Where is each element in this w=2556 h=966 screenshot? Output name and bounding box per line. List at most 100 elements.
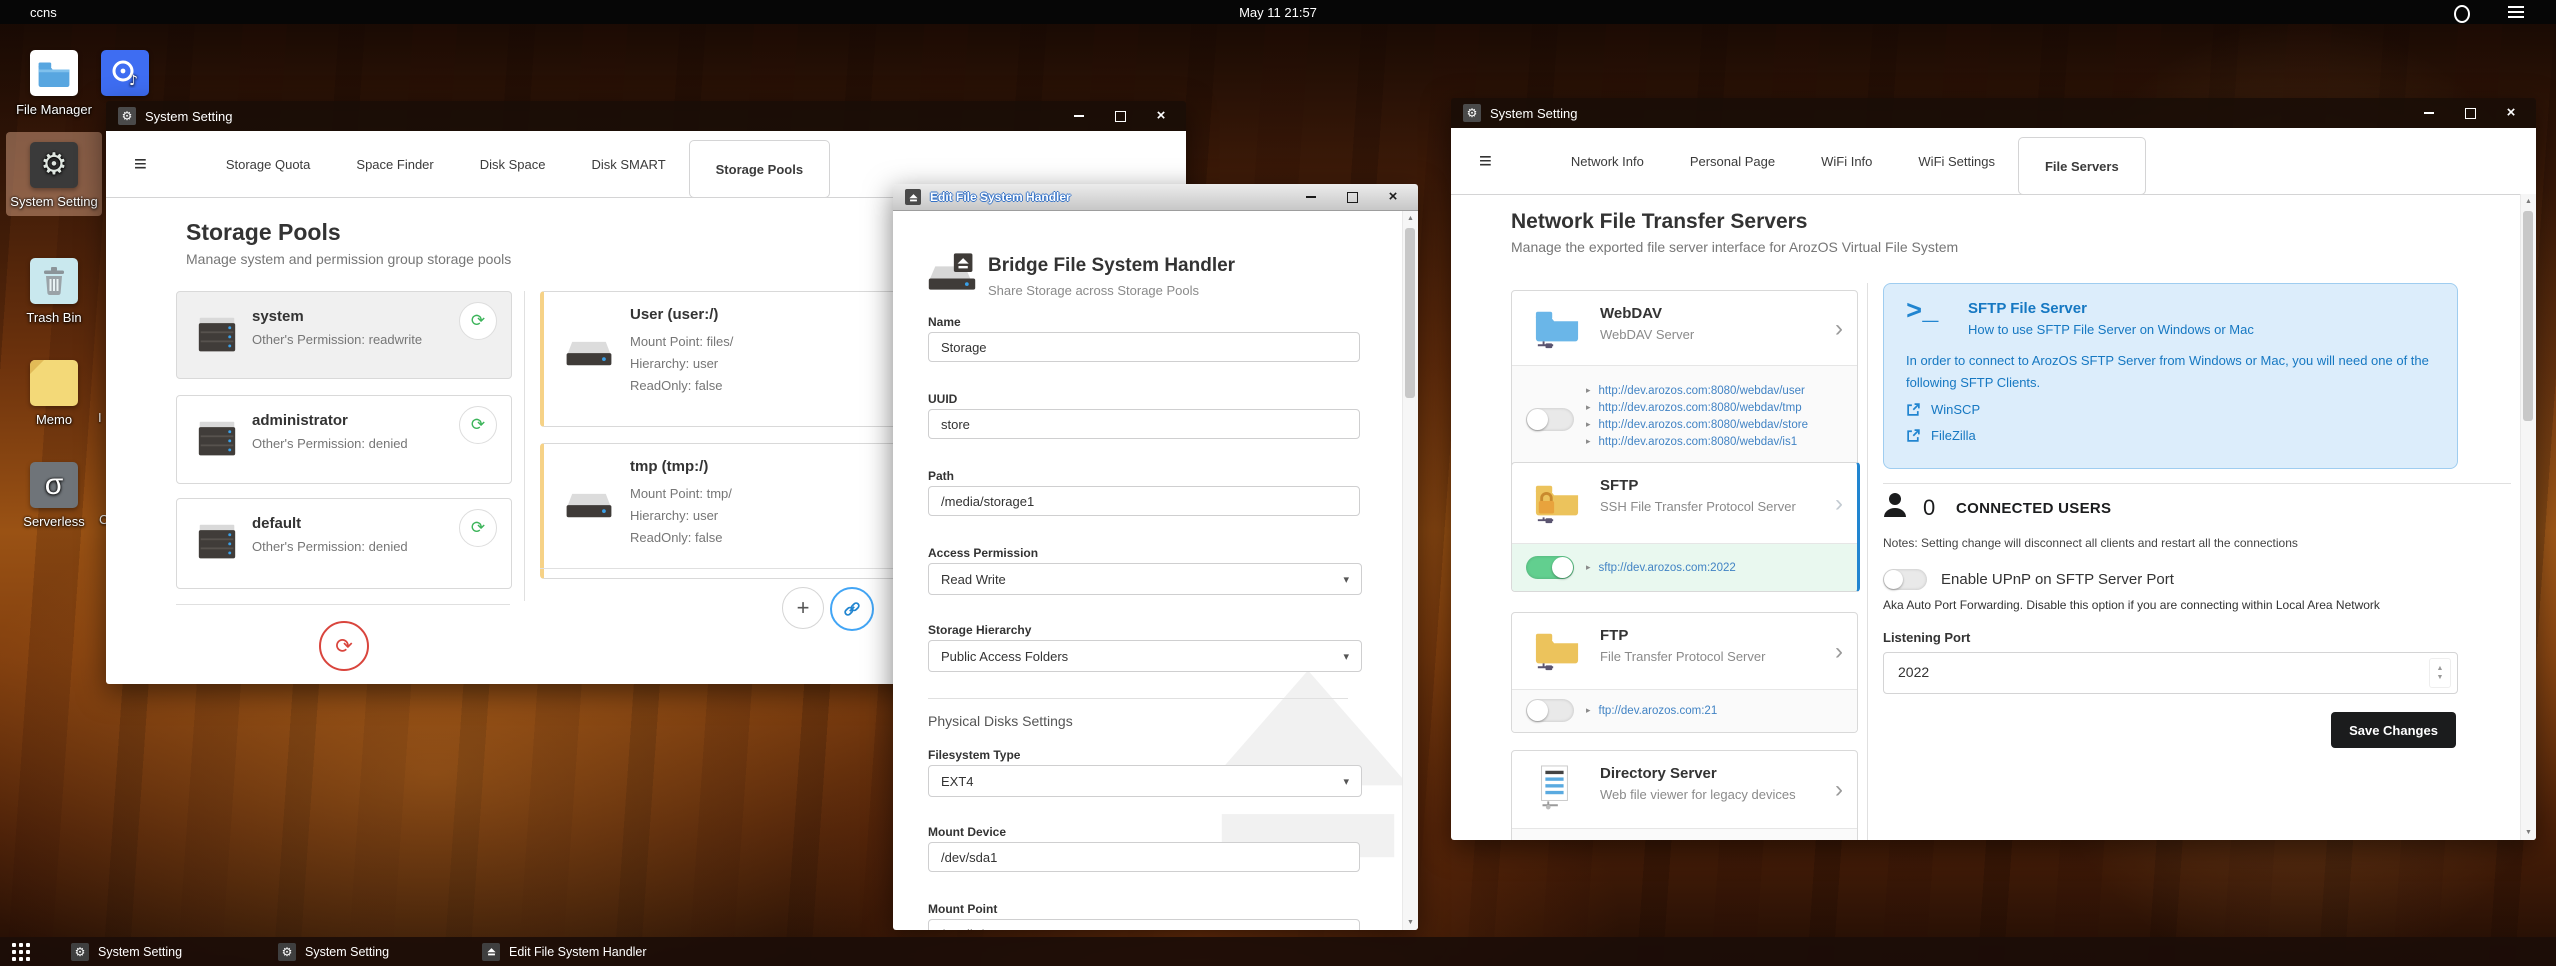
- sftp-card[interactable]: SFTP SSH File Transfer Protocol Server ›…: [1511, 462, 1860, 592]
- system-menu-icon[interactable]: [2508, 6, 2524, 18]
- upnp-toggle[interactable]: [1883, 569, 1927, 590]
- taskbar-item-system-setting-1[interactable]: ⚙ System Setting: [71, 942, 182, 961]
- webdav-card[interactable]: WebDAV WebDAV Server › ▸ http://dev.arozo…: [1511, 290, 1858, 477]
- desktop-icon-memo[interactable]: Memo: [6, 360, 102, 428]
- scrollbar[interactable]: ▲ ▼: [2520, 194, 2536, 840]
- webdav-url[interactable]: http://dev.arozos.com:8080/webdav/tmp: [1599, 402, 1802, 414]
- bridge-card-user[interactable]: User (user:/) Mount Point: files/ Hierar…: [540, 291, 925, 427]
- tab-file-servers[interactable]: File Servers: [2017, 137, 2146, 195]
- mount-device-input[interactable]: [928, 842, 1360, 872]
- filesystem-type-select[interactable]: EXT4 ▾: [928, 765, 1362, 797]
- hamburger-menu-icon[interactable]: ≡: [1479, 148, 1492, 174]
- webdav-toggle[interactable]: [1526, 408, 1574, 431]
- close-button[interactable]: ×: [2504, 105, 2518, 120]
- webdav-url[interactable]: http://dev.arozos.com:8080/webdav/store: [1599, 419, 1808, 431]
- desktop-icon-serverless[interactable]: σ Serverless: [6, 462, 102, 530]
- taskbar-item-edit-fs-handler[interactable]: Edit File System Handler: [482, 942, 647, 961]
- name-input[interactable]: [928, 332, 1360, 362]
- minimize-button[interactable]: [1304, 190, 1318, 204]
- access-permission-select[interactable]: Read Write ▾: [928, 563, 1362, 595]
- chevron-right-icon[interactable]: ›: [1835, 490, 1843, 518]
- pool-sync-button[interactable]: ⟳: [459, 509, 497, 547]
- mount-point-input[interactable]: [928, 919, 1360, 930]
- webdav-url[interactable]: http://dev.arozos.com:8080/webdav/is1: [1599, 436, 1798, 448]
- tab-space-finder[interactable]: Space Finder: [333, 132, 456, 196]
- sftp-help-panel: >_ SFTP File Server How to use SFTP File…: [1883, 283, 2458, 469]
- tab-personal-page[interactable]: Personal Page: [1667, 129, 1798, 193]
- external-link-icon: [1907, 429, 1920, 442]
- tab-wifi-settings[interactable]: WiFi Settings: [1895, 129, 2018, 193]
- app-launcher-icon[interactable]: [12, 942, 30, 961]
- pool-sync-button[interactable]: ⟳: [459, 302, 497, 340]
- ftp-url[interactable]: ftp://dev.arozos.com:21: [1599, 705, 1718, 717]
- scrollbar-thumb[interactable]: [2523, 211, 2533, 421]
- window-titlebar[interactable]: ⚙ System Setting ×: [106, 101, 1186, 131]
- storage-hierarchy-select[interactable]: Public Access Folders ▾: [928, 640, 1362, 672]
- sftp-url[interactable]: sftp://dev.arozos.com:2022: [1599, 562, 1736, 574]
- tab-storage-pools[interactable]: Storage Pools: [688, 140, 831, 198]
- desktop-icon-label: System Setting: [10, 194, 98, 209]
- sftp-toggle[interactable]: [1526, 556, 1574, 579]
- pool-card-administrator[interactable]: administrator Other's Permission: denied…: [176, 395, 512, 484]
- minimize-button[interactable]: [2422, 106, 2436, 120]
- notes-text: Notes: Setting change will disconnect al…: [1883, 536, 2298, 550]
- ftp-card[interactable]: FTP File Transfer Protocol Server › ▸ ftp…: [1511, 612, 1858, 733]
- hamburger-menu-icon[interactable]: ≡: [134, 151, 147, 177]
- scrollbar-thumb[interactable]: [1405, 228, 1415, 398]
- number-spinner[interactable]: ▲ ▼: [2429, 658, 2451, 688]
- external-link-icon: [1907, 403, 1920, 416]
- tab-storage-quota[interactable]: Storage Quota: [203, 132, 334, 196]
- physical-disks-section-heading: Physical Disks Settings: [928, 713, 1073, 729]
- bullet-icon: ▸: [1586, 402, 1591, 412]
- desktop-icon-media[interactable]: ♪: [80, 50, 170, 102]
- server-desc: SSH File Transfer Protocol Server: [1600, 499, 1796, 514]
- tab-disk-smart[interactable]: Disk SMART: [568, 132, 688, 196]
- scroll-down-icon[interactable]: ▼: [1403, 915, 1418, 930]
- window-titlebar[interactable]: Edit File System Handler ×: [893, 184, 1418, 211]
- close-button[interactable]: ×: [1386, 189, 1400, 204]
- pool-card-default[interactable]: default Other's Permission: denied ⟳: [176, 498, 512, 589]
- uuid-input[interactable]: [928, 409, 1360, 439]
- scrollbar[interactable]: ▲ ▼: [1402, 211, 1418, 930]
- maximize-button[interactable]: [1345, 190, 1359, 204]
- save-changes-button[interactable]: Save Changes: [2331, 712, 2456, 748]
- hostname[interactable]: ccns: [30, 5, 57, 20]
- tab-disk-space[interactable]: Disk Space: [457, 132, 569, 196]
- maximize-button[interactable]: [1113, 109, 1127, 123]
- bridge-card-tmp[interactable]: tmp (tmp:/) Mount Point: tmp/ Hierarchy:…: [540, 443, 925, 579]
- eject-icon: [905, 189, 921, 205]
- status-ring-icon[interactable]: [2454, 5, 2470, 23]
- maximize-button[interactable]: [2463, 106, 2477, 120]
- partial-icon-label: I: [98, 410, 102, 425]
- desktop-icon-trash-bin[interactable]: Trash Bin: [6, 258, 102, 326]
- filezilla-link[interactable]: FileZilla: [1906, 428, 1976, 443]
- pool-card-system[interactable]: system Other's Permission: readwrite ⟳: [176, 291, 512, 379]
- pool-sync-button[interactable]: ⟳: [459, 406, 497, 444]
- clock: May 11 21:57: [1239, 4, 1317, 20]
- winscp-link[interactable]: WinSCP: [1906, 402, 1980, 417]
- path-label: Path: [928, 469, 955, 483]
- chevron-right-icon[interactable]: ›: [1835, 638, 1843, 666]
- minimize-button[interactable]: [1072, 109, 1086, 123]
- link-bridge-button[interactable]: [830, 587, 874, 631]
- scroll-up-icon[interactable]: ▲: [2521, 194, 2536, 209]
- scroll-down-icon[interactable]: ▼: [2521, 825, 2536, 840]
- taskbar: ⚙ System Setting ⚙ System Setting Edit F…: [0, 937, 2556, 966]
- chevron-right-icon[interactable]: ›: [1835, 315, 1843, 343]
- chevron-right-icon[interactable]: ›: [1835, 776, 1843, 804]
- taskbar-item-system-setting-2[interactable]: ⚙ System Setting: [278, 942, 389, 961]
- path-input[interactable]: [928, 486, 1360, 516]
- listening-port-input[interactable]: [1884, 653, 2412, 691]
- tab-network-info[interactable]: Network Info: [1548, 129, 1667, 193]
- ftp-toggle[interactable]: [1526, 699, 1574, 722]
- refresh-pools-button[interactable]: ⟳: [319, 621, 369, 671]
- upnp-label: Enable UPnP on SFTP Server Port: [1941, 571, 2174, 588]
- scroll-up-icon[interactable]: ▲: [1403, 211, 1418, 226]
- window-titlebar[interactable]: ⚙ System Setting ×: [1451, 98, 2536, 128]
- webdav-url[interactable]: http://dev.arozos.com:8080/webdav/user: [1599, 385, 1805, 397]
- add-handler-button[interactable]: +: [782, 587, 824, 629]
- tab-wifi-info[interactable]: WiFi Info: [1798, 129, 1895, 193]
- desktop-icon-system-setting[interactable]: ⚙ System Setting: [6, 132, 102, 216]
- directory-server-card[interactable]: Directory Server Web file viewer for leg…: [1511, 750, 1858, 840]
- close-button[interactable]: ×: [1154, 108, 1168, 123]
